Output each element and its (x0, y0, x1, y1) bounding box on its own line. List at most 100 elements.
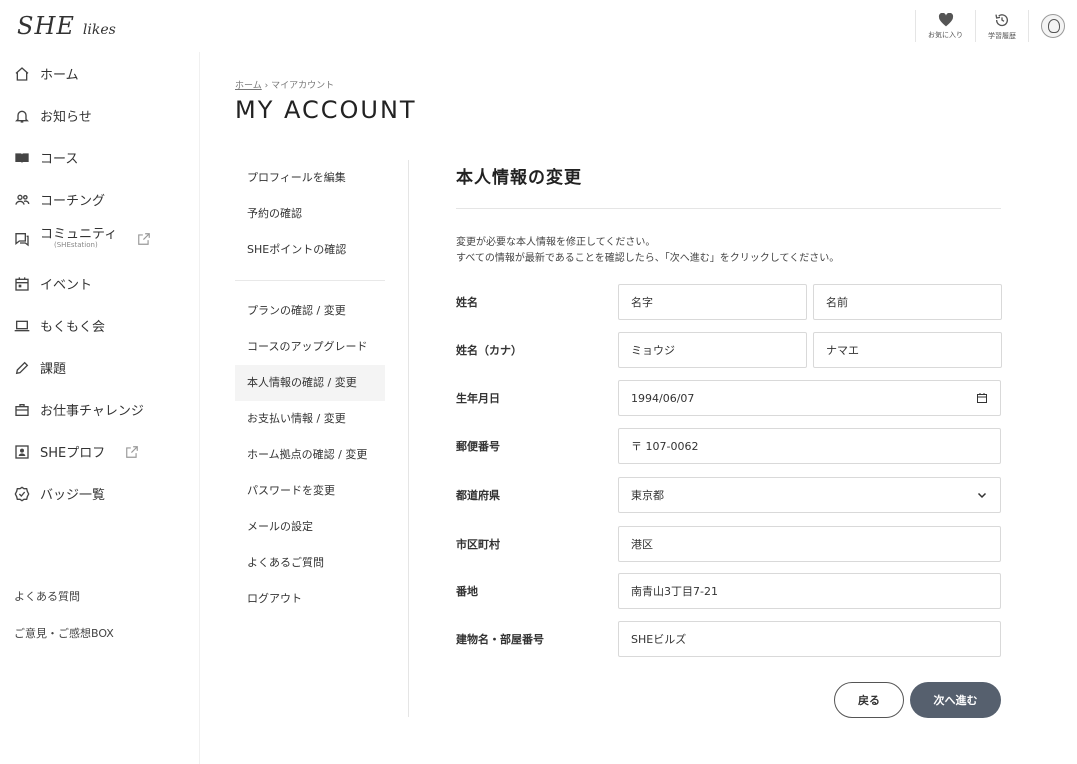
account-menu: プロフィールを編集 予約の確認 SHEポイントの確認 プランの確認 / 変更 コ… (235, 160, 385, 617)
building-row: 建物名・部屋番号 SHEビルズ (456, 621, 1001, 657)
briefcase-icon (15, 403, 29, 416)
birthday-row: 生年月日 1994/06/07 (456, 380, 1001, 416)
history-icon (995, 13, 1008, 26)
first-name-kana-input[interactable]: ナマエ (813, 332, 1002, 368)
last-name-kana-input[interactable]: ミョウジ (618, 332, 807, 368)
postal-value: 〒 107-0062 (631, 440, 699, 453)
city-row: 市区町村 港区 (456, 526, 1001, 562)
form-actions: 戻る 次へ進む (834, 682, 1001, 718)
birthday-label: 生年月日 (456, 392, 500, 405)
menu-email-settings[interactable]: メールの設定 (235, 509, 385, 545)
sidebar-item-home[interactable]: ホーム (14, 64, 79, 83)
address-input[interactable]: 南青山3丁目7-21 (618, 573, 1001, 609)
sidebar-item-label: コース (40, 152, 79, 167)
sidebar-item-news[interactable]: お知らせ (14, 106, 92, 125)
app-logo[interactable]: SHE likes (17, 12, 116, 40)
sidebar-item-label: ホーム (40, 68, 79, 83)
menu-personal-info[interactable]: 本人情報の確認 / 変更 (235, 365, 385, 401)
menu-edit-profile[interactable]: プロフィールを編集 (235, 160, 385, 196)
menu-payment[interactable]: お支払い情報 / 変更 (235, 401, 385, 437)
personal-info-form: 本人情報の変更 変更が必要な本人情報を修正してください。 すべての情報が最新であ… (456, 160, 1002, 718)
menu-faq[interactable]: よくあるご質問 (235, 545, 385, 581)
sidebar-item-job-challenge[interactable]: お仕事チャレンジ (14, 400, 144, 419)
building-label: 建物名・部屋番号 (456, 633, 544, 646)
back-button[interactable]: 戻る (834, 682, 904, 718)
address-label: 番地 (456, 585, 478, 598)
sidebar-item-label: SHEプロフ (40, 446, 106, 461)
sidebar-item-sublabel: (SHEstation) (54, 241, 98, 250)
birthday-value: 1994/06/07 (631, 391, 695, 405)
favorites-label: お気に入り (928, 30, 963, 39)
last-name-value: 名字 (631, 296, 653, 309)
external-link-icon (126, 445, 139, 458)
sidebar-item-coaching[interactable]: コーチング (14, 190, 105, 209)
name-row: 姓名 名字 名前 (456, 284, 1008, 320)
external-link-icon (138, 233, 151, 245)
menu-plan[interactable]: プランの確認 / 変更 (235, 293, 385, 329)
menu-password[interactable]: パスワードを変更 (235, 473, 385, 509)
birthday-input[interactable]: 1994/06/07 (618, 380, 1001, 416)
name-label: 姓名 (456, 296, 478, 309)
menu-she-points[interactable]: SHEポイントの確認 (235, 232, 385, 268)
avatar (1041, 14, 1065, 38)
sidebar-item-course[interactable]: コース (14, 148, 78, 167)
first-name-input[interactable]: 名前 (813, 284, 1002, 320)
postal-label: 郵便番号 (456, 440, 500, 453)
city-value: 港区 (631, 538, 653, 551)
city-input[interactable]: 港区 (618, 526, 1001, 562)
calendar-icon[interactable] (976, 392, 988, 404)
sidebar-item-badges[interactable]: バッジ一覧 (14, 484, 105, 503)
last-kana-value: ミョウジ (631, 344, 675, 357)
next-button[interactable]: 次へ進む (910, 682, 1001, 718)
sidebar-item-label: コーチング (40, 194, 106, 209)
breadcrumb: ホーム › マイアカウント (235, 78, 334, 91)
chevron-down-icon (977, 492, 987, 499)
book-icon (15, 152, 29, 163)
prefecture-label: 都道府県 (456, 489, 500, 502)
sidebar-item-community[interactable]: コミュニティ (SHEstation) (14, 227, 151, 250)
prefecture-row: 都道府県 東京都 (456, 477, 1001, 513)
pencil-icon (15, 361, 29, 374)
breadcrumb-separator: › (264, 81, 269, 91)
postal-code-input[interactable]: 〒 107-0062 (618, 428, 1001, 464)
calendar-icon (15, 276, 29, 291)
building-value: SHEビルズ (631, 633, 687, 646)
sidebar-item-mokumoku[interactable]: もくもく会 (14, 316, 105, 335)
user-menu[interactable] (1028, 10, 1065, 42)
last-name-input[interactable]: 名字 (618, 284, 807, 320)
sidebar-item-label: コミュニティ (40, 227, 118, 242)
menu-course-upgrade[interactable]: コースのアップグレード (235, 329, 385, 365)
kana-label: 姓名（カナ） (456, 344, 522, 357)
city-label: 市区町村 (456, 538, 500, 551)
feedback-link[interactable]: ご意見・ご感想BOX (14, 625, 114, 641)
description-line: すべての情報が最新であることを確認したら、「次へ進む」をクリックしてください。 (456, 253, 840, 264)
breadcrumb-home[interactable]: ホーム (235, 81, 262, 91)
logo-main: SHE (17, 12, 75, 40)
first-kana-value: ナマエ (826, 344, 859, 357)
badge-icon (14, 486, 30, 501)
history-button[interactable]: 学習履歴 (975, 10, 1028, 42)
menu-reservations[interactable]: 予約の確認 (235, 196, 385, 232)
faq-link[interactable]: よくある質問 (14, 588, 80, 604)
first-name-value: 名前 (826, 296, 848, 309)
menu-logout[interactable]: ログアウト (235, 581, 385, 617)
sidebar-item-event[interactable]: イベント (14, 274, 92, 293)
favorites-button[interactable]: お気に入り (915, 10, 975, 42)
building-input[interactable]: SHEビルズ (618, 621, 1001, 657)
bell-icon (15, 110, 29, 123)
sidebar-item-she-profile[interactable]: SHEプロフ (14, 442, 139, 461)
prefecture-select[interactable]: 東京都 (618, 477, 1001, 513)
sidebar-item-assignment[interactable]: 課題 (14, 358, 66, 377)
address-value: 南青山3丁目7-21 (631, 585, 718, 598)
form-title: 本人情報の変更 (456, 168, 582, 188)
sidebar-item-label: お仕事チャレンジ (40, 404, 144, 419)
people-icon (15, 194, 30, 205)
sidebar-item-label: もくもく会 (40, 320, 106, 335)
postal-row: 郵便番号 〒 107-0062 (456, 428, 1001, 464)
chat-icon (15, 232, 29, 247)
logo-sub: likes (82, 22, 116, 38)
menu-home-base[interactable]: ホーム拠点の確認 / 変更 (235, 437, 385, 473)
description-line: 変更が必要な本人情報を修正してください。 (456, 237, 656, 248)
sidebar-item-label: イベント (40, 278, 93, 293)
menu-separator (408, 160, 409, 717)
